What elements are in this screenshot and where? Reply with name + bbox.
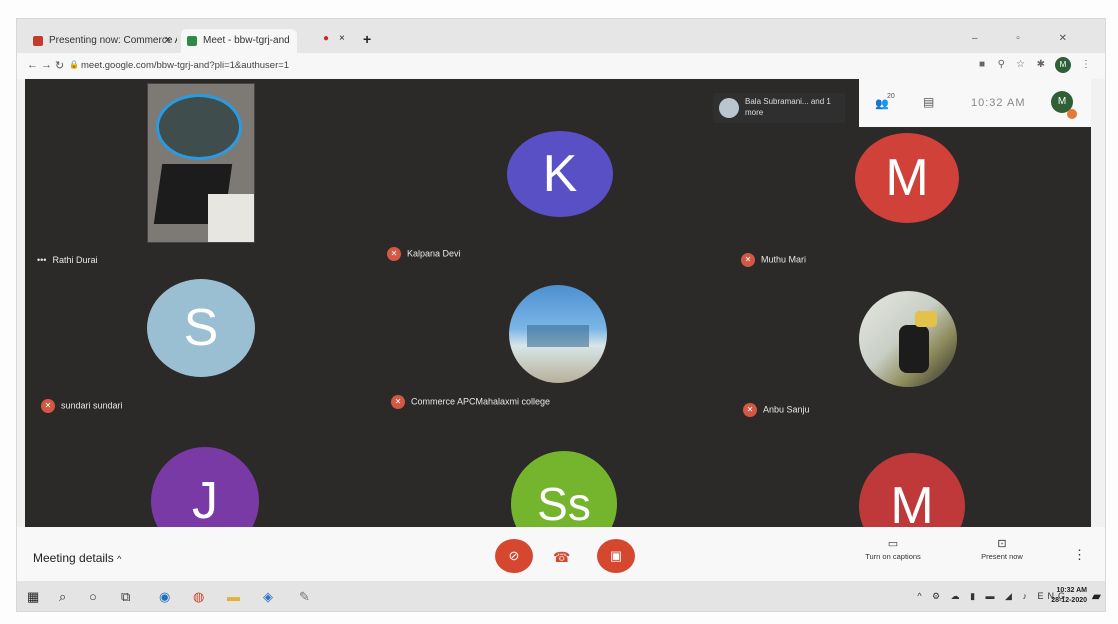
joined-avatar	[719, 98, 739, 118]
hang-up-button[interactable]: ☎	[553, 549, 570, 566]
participant-name: ✕ Muthu Mari	[741, 253, 806, 267]
photo-building	[527, 325, 589, 347]
joined-notification: Bala Subramani... and 1 more	[713, 93, 845, 123]
participant-photo	[859, 291, 957, 387]
participant-name: ✕ Anbu Sanju	[743, 403, 810, 417]
taskbar-clock[interactable]: 10:32 AM 28-12-2020	[1051, 586, 1087, 606]
meeting-time: 10:32 AM	[971, 97, 1026, 109]
participant-photo	[509, 285, 607, 383]
meet-control-bar: Meeting details ^ ⊘ ☎ ▣ ▭ Turn on captio…	[17, 527, 1105, 581]
more-options-icon[interactable]: ⋮	[1073, 547, 1086, 563]
new-tab-button[interactable]: +	[363, 31, 371, 47]
window-controls[interactable]: ‒ ▫ ✕	[972, 33, 1085, 44]
participant-avatar: M	[855, 133, 959, 223]
file-explorer-icon[interactable]: ▬	[227, 589, 240, 604]
address-bar: ← → ↻ 🔒 meet.google.com/bbw-tgrj-and?pli…	[17, 53, 1105, 79]
participant-avatar: S	[147, 279, 255, 377]
tab-presenting[interactable]: Presenting now: Commerce APC ×	[27, 29, 177, 53]
lock-icon: 🔒	[69, 60, 79, 69]
meet-favicon-icon	[187, 36, 197, 46]
camera-off-icon: ▣	[609, 548, 623, 563]
store-icon[interactable]: ◈	[263, 589, 273, 605]
self-video-speaker	[156, 94, 242, 160]
windows-start-icon[interactable]: ▦	[27, 589, 39, 605]
notification-badge	[1067, 109, 1077, 119]
more-options-icon[interactable]: •••	[37, 255, 46, 265]
camera-toggle-button[interactable]: ▣	[597, 539, 635, 573]
mic-toggle-button[interactable]: ⊘	[495, 539, 533, 573]
star-icon[interactable]: ☆	[1016, 59, 1025, 70]
meet-favicon-icon	[33, 36, 43, 46]
participant-count: 20	[887, 93, 895, 100]
forward-icon[interactable]: →	[41, 59, 52, 71]
search-icon[interactable]: ⌕	[59, 589, 66, 605]
chat-icon[interactable]: ▤	[923, 95, 934, 109]
chrome-icon[interactable]: ◍	[193, 589, 204, 605]
participant-name: ✕ sundari sundari	[41, 399, 123, 413]
reload-icon[interactable]: ↻	[55, 59, 64, 72]
browser-profile-avatar[interactable]: M	[1055, 57, 1071, 73]
phone-icon: ☎	[553, 549, 571, 565]
participant-name: ✕ Kalpana Devi	[387, 247, 461, 261]
participant-avatar: K	[507, 131, 613, 217]
screen-photo: Presenting now: Commerce APC × Meet - bb…	[16, 18, 1106, 612]
extension-icon[interactable]: ✱	[1037, 59, 1045, 70]
pen-icon[interactable]: ✎	[299, 589, 310, 605]
chevron-up-icon: ^	[117, 554, 122, 564]
back-icon[interactable]: ←	[27, 59, 38, 71]
mic-off-icon: ⊘	[508, 548, 520, 563]
mic-muted-icon: ✕	[391, 395, 405, 409]
mic-muted-icon: ✕	[387, 247, 401, 261]
captions-button[interactable]: ▭ Turn on captions	[853, 537, 933, 561]
task-view-icon[interactable]: ⧉	[121, 589, 130, 605]
tab-meet[interactable]: Meet - bbw-tgrj-and	[181, 29, 297, 53]
url-field[interactable]: meet.google.com/bbw-tgrj-and?pli=1&authu…	[81, 60, 289, 71]
windows-taskbar: ▦ ⌕ ○ ⧉ ◉ ◍ ▬ ◈ ✎ ^ ⚙ ☁ ▮ ▬ ◢ ♪ ENG 10:3…	[17, 581, 1105, 611]
captions-icon: ▭	[887, 538, 899, 550]
edge-icon[interactable]: ◉	[159, 589, 170, 605]
photo-hat	[915, 311, 937, 327]
mic-muted-icon: ✕	[741, 253, 755, 267]
meeting-top-bar: 👥 20 ▤ 10:32 AM M	[859, 79, 1091, 127]
mic-muted-icon: ✕	[41, 399, 55, 413]
cortana-icon[interactable]: ○	[89, 589, 97, 604]
meeting-details-button[interactable]: Meeting details ^	[33, 551, 121, 565]
menu-icon[interactable]: ⋮	[1081, 59, 1091, 70]
key-icon[interactable]: ⚲	[998, 59, 1005, 70]
browser-tab-strip: Presenting now: Commerce APC × Meet - bb…	[17, 19, 1105, 53]
close-tab-icon[interactable]: ×	[165, 34, 171, 46]
present-now-button[interactable]: ⊡ Present now	[967, 537, 1037, 561]
self-view-tile	[147, 83, 255, 243]
camera-icon[interactable]: ■	[979, 59, 985, 70]
self-video-paper	[208, 194, 254, 242]
notification-center-icon[interactable]: ▰	[1092, 589, 1101, 603]
system-tray[interactable]: ^ ⚙ ☁ ▮ ▬ ◢ ♪ ENG	[917, 591, 1069, 602]
recording-dot-icon: ●	[323, 33, 330, 44]
mic-muted-icon: ✕	[743, 403, 757, 417]
present-icon: ⊡	[997, 538, 1007, 550]
participant-name-self: ••• Rathi Durai	[37, 255, 98, 265]
close-tab-icon[interactable]: ×	[339, 33, 345, 44]
participant-name: ✕ Commerce APCMahalaxmi college	[391, 395, 550, 409]
photo-person	[899, 325, 929, 373]
meet-video-grid: ••• Rathi Durai K ✕ Kalpana Devi M ✕ Muthu …	[25, 79, 1091, 559]
